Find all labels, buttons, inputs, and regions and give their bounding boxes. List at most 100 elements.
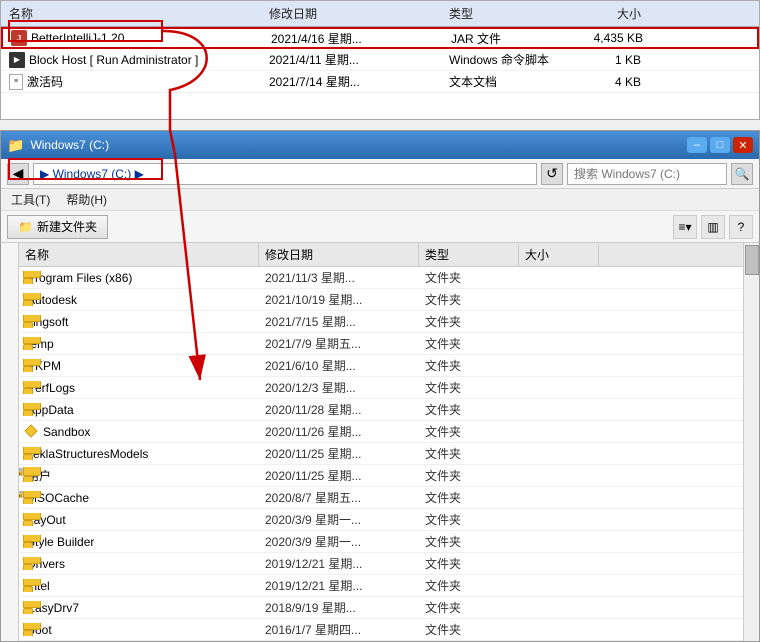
main-file-row-1[interactable]: Autodesk 2021/10/19 星期... 文件夹 xyxy=(19,289,743,311)
minimize-button[interactable]: – xyxy=(687,137,707,153)
folder-title-icon: 📁 xyxy=(7,137,24,154)
main-file-row-16[interactable]: Boot 2016/1/7 星期四... 文件夹 xyxy=(19,619,743,641)
file-date-7: 2020/11/26 星期... xyxy=(259,423,419,440)
file-name-cell-13: Drivers xyxy=(19,557,259,571)
main-file-row-4[interactable]: PKPM 2021/6/10 星期... 文件夹 xyxy=(19,355,743,377)
main-file-row-9[interactable]: 🔒 用户 2020/11/25 星期... 文件夹 xyxy=(19,465,743,487)
menu-tools[interactable]: 工具(T) xyxy=(7,190,54,209)
close-button[interactable]: ✕ xyxy=(733,137,753,153)
top-file-date-2: 2021/7/14 星期... xyxy=(265,71,445,92)
title-bar: 📁 Windows7 (C:) – □ ✕ xyxy=(1,131,759,159)
file-date-8: 2020/11/25 星期... xyxy=(259,445,419,462)
top-file-name-0: BetterIntelliJ-1.20 xyxy=(31,31,124,45)
txt-icon-2: ≡ xyxy=(9,74,23,90)
top-header-size: 大小 xyxy=(565,3,645,24)
main-file-row-3[interactable]: temp 2021/7/9 星期五... 文件夹 xyxy=(19,333,743,355)
lock-icon: 🔒 xyxy=(19,468,23,476)
file-name-cell-8: TeklaStructuresModels xyxy=(19,447,259,461)
file-type-6: 文件夹 xyxy=(419,401,519,418)
file-type-9: 文件夹 xyxy=(419,467,519,484)
file-name-cell-9: 🔒 用户 xyxy=(19,467,259,484)
address-bar: ◀ ▶ Windows7 (C:) ▶ ↺ 🔍 xyxy=(1,159,759,189)
main-file-row-14[interactable]: Intel 2019/12/21 星期... 文件夹 xyxy=(19,575,743,597)
top-file-name-2: 激活码 xyxy=(27,73,63,90)
file-name-cell-1: Autodesk xyxy=(19,293,259,307)
folder-list: Program Files (x86) 2021/11/3 星期... 文件夹 … xyxy=(19,267,743,641)
main-file-row-5[interactable]: PerfLogs 2020/12/3 星期... 文件夹 xyxy=(19,377,743,399)
address-path-text: ▶ Windows7 (C:) ▶ xyxy=(40,167,144,181)
file-type-7: 文件夹 xyxy=(419,423,519,440)
header-col-type[interactable]: 类型 xyxy=(419,243,519,266)
file-name-cell-16: Boot xyxy=(19,623,259,637)
top-file-row-1[interactable]: ▶ Block Host [ Run Administrator ] 2021/… xyxy=(1,49,759,71)
top-file-size-2: 4 KB xyxy=(565,73,645,91)
file-type-1: 文件夹 xyxy=(419,291,519,308)
search-button[interactable]: 🔍 xyxy=(731,163,753,185)
file-type-11: 文件夹 xyxy=(419,511,519,528)
file-name-cell-12: Style Builder xyxy=(19,535,259,549)
main-file-row-6[interactable]: AppData 2020/11/28 星期... 文件夹 xyxy=(19,399,743,421)
scrollbar[interactable] xyxy=(743,243,759,641)
main-file-row-12[interactable]: Style Builder 2020/3/9 星期一... 文件夹 xyxy=(19,531,743,553)
file-type-14: 文件夹 xyxy=(419,577,519,594)
file-list-main[interactable]: 名称 修改日期 类型 大小 Program Files (x86) 2021/1… xyxy=(19,243,743,641)
file-type-3: 文件夹 xyxy=(419,335,519,352)
main-file-row-11[interactable]: LayOut 2020/3/9 星期一... 文件夹 xyxy=(19,509,743,531)
file-list-header: 名称 修改日期 类型 大小 xyxy=(19,243,743,267)
menu-help[interactable]: 帮助(H) xyxy=(62,190,111,209)
top-file-type-1: Windows 命令脚本 xyxy=(445,49,565,70)
title-bar-text: 📁 Windows7 (C:) xyxy=(7,137,109,154)
toolbar-right: ≡▾ ▥ ? xyxy=(673,215,753,239)
file-name-cell-14: Intel xyxy=(19,579,259,593)
top-file-size-0: 4,435 KB xyxy=(567,29,647,47)
file-name-cell-11: LayOut xyxy=(19,513,259,527)
file-date-0: 2021/11/3 星期... xyxy=(259,269,419,286)
file-type-13: 文件夹 xyxy=(419,555,519,572)
file-type-10: 文件夹 xyxy=(419,489,519,506)
new-folder-label: 新建文件夹 xyxy=(37,218,97,235)
view-options-button[interactable]: ≡▾ xyxy=(673,215,697,239)
file-date-2: 2021/7/15 星期... xyxy=(259,313,419,330)
file-name-cell-15: EasyDrv7 xyxy=(19,601,259,615)
new-folder-button[interactable]: 📁 新建文件夹 xyxy=(7,215,108,239)
top-file-date-1: 2021/4/11 星期... xyxy=(265,49,445,70)
help-button[interactable]: ? xyxy=(729,215,753,239)
search-input[interactable] xyxy=(567,163,727,185)
main-file-row-8[interactable]: TeklaStructuresModels 2020/11/25 星期... 文… xyxy=(19,443,743,465)
top-file-size-1: 1 KB xyxy=(565,51,645,69)
main-file-row-10[interactable]: 🔒 MSOCache 2020/8/7 星期五... 文件夹 xyxy=(19,487,743,509)
file-date-9: 2020/11/25 星期... xyxy=(259,467,419,484)
top-header-date: 修改日期 xyxy=(265,3,445,24)
top-file-row-2[interactable]: ≡ 激活码 2021/7/14 星期... 文本文档 4 KB xyxy=(1,71,759,93)
file-date-5: 2020/12/3 星期... xyxy=(259,379,419,396)
top-file-header: 名称 修改日期 类型 大小 xyxy=(1,1,759,27)
main-file-row-13[interactable]: Drivers 2019/12/21 星期... 文件夹 xyxy=(19,553,743,575)
pane-button[interactable]: ▥ xyxy=(701,215,725,239)
file-name-0: Program Files (x86) xyxy=(27,271,132,285)
back-button[interactable]: ◀ xyxy=(7,163,29,185)
main-file-row-0[interactable]: Program Files (x86) 2021/11/3 星期... 文件夹 xyxy=(19,267,743,289)
top-header-type: 类型 xyxy=(445,3,565,24)
maximize-button[interactable]: □ xyxy=(710,137,730,153)
file-name-7: Sandbox xyxy=(43,425,90,439)
top-file-date-0: 2021/4/16 星期... xyxy=(267,28,447,49)
sandbox-icon xyxy=(23,423,39,439)
header-col-size[interactable]: 大小 xyxy=(519,243,599,266)
file-name-cell-10: 🔒 MSOCache xyxy=(19,491,259,505)
file-date-16: 2016/1/7 星期四... xyxy=(259,621,419,638)
file-type-8: 文件夹 xyxy=(419,445,519,462)
file-date-3: 2021/7/9 星期五... xyxy=(259,335,419,352)
top-file-name-1: Block Host [ Run Administrator ] xyxy=(29,53,198,67)
header-col-name[interactable]: 名称 xyxy=(19,243,259,266)
address-path[interactable]: ▶ Windows7 (C:) ▶ xyxy=(33,163,537,185)
window-controls: – □ ✕ xyxy=(687,137,753,153)
top-file-row-0[interactable]: J BetterIntelliJ-1.20 2021/4/16 星期... JA… xyxy=(1,27,759,49)
refresh-button[interactable]: ↺ xyxy=(541,163,563,185)
main-file-row-2[interactable]: kingsoft 2021/7/15 星期... 文件夹 xyxy=(19,311,743,333)
file-name-cell-3: temp xyxy=(19,337,259,351)
file-name-cell-0: Program Files (x86) xyxy=(19,271,259,285)
header-col-date[interactable]: 修改日期 xyxy=(259,243,419,266)
file-date-6: 2020/11/28 星期... xyxy=(259,401,419,418)
main-file-row-7[interactable]: Sandbox 2020/11/26 星期... 文件夹 xyxy=(19,421,743,443)
main-file-row-15[interactable]: EasyDrv7 2018/9/19 星期... 文件夹 xyxy=(19,597,743,619)
